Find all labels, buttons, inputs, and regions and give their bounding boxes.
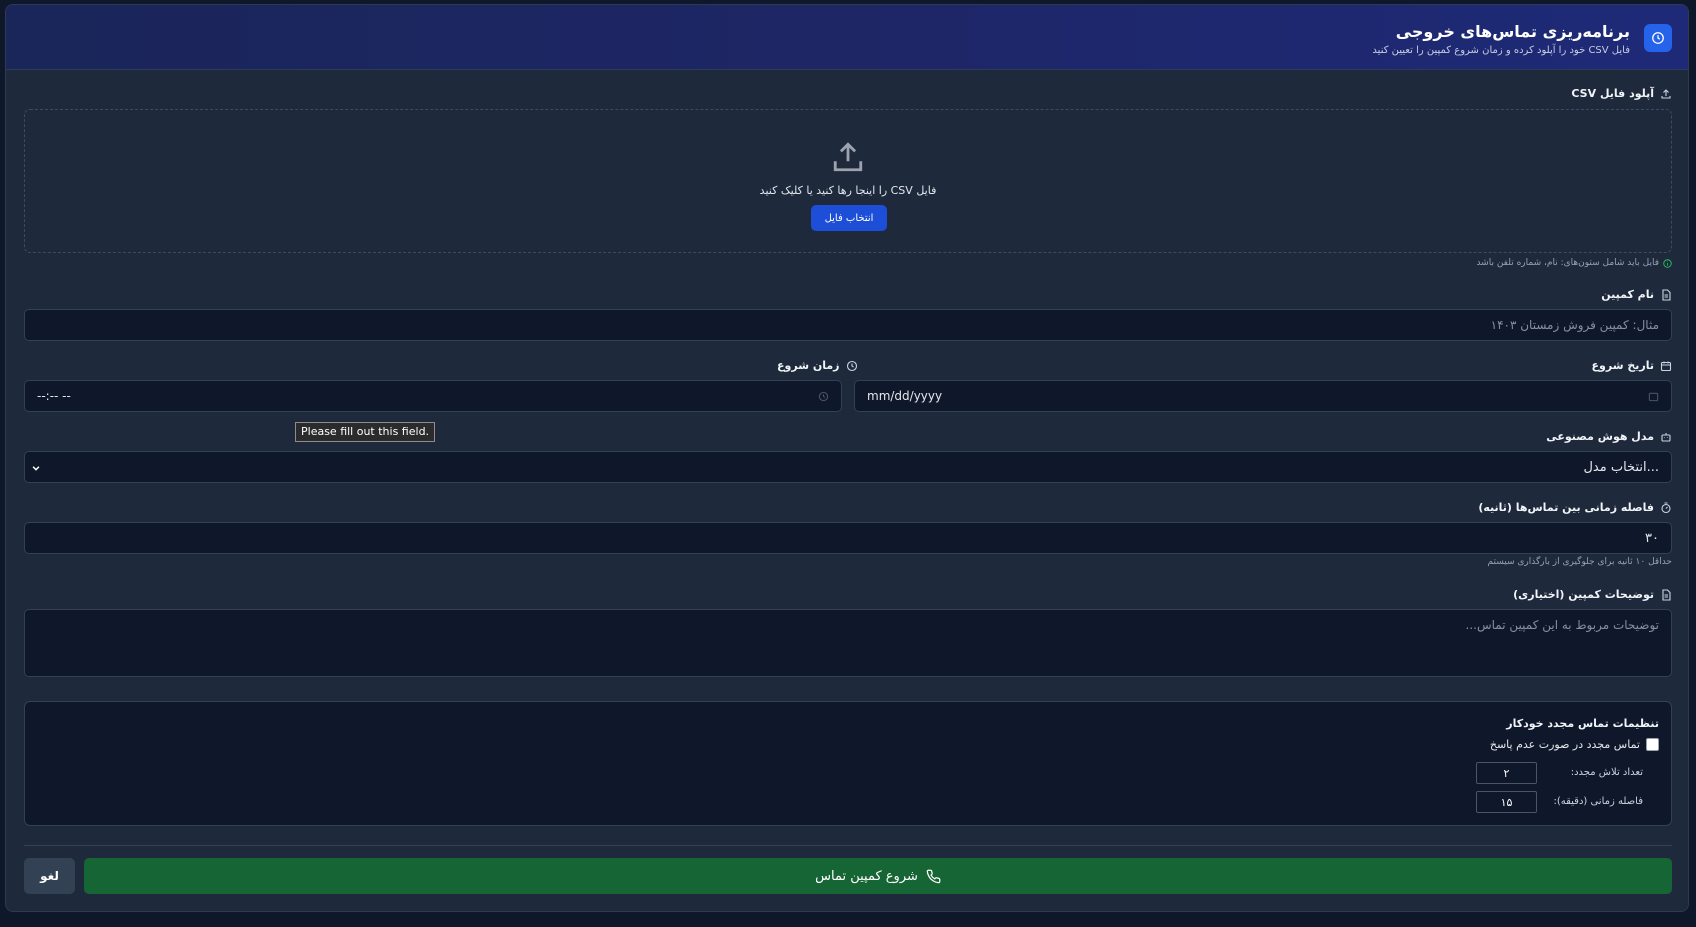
validation-tooltip: Please fill out this field. <box>295 422 436 442</box>
upload-hint: فایل باید شامل ستون‌های: نام، شماره تلفن… <box>1476 258 1672 268</box>
ai-model-label: مدل هوش مصنوعی <box>1546 430 1672 443</box>
retry-checkbox[interactable] <box>1646 738 1659 751</box>
upload-icon <box>1661 88 1671 99</box>
calendar-icon <box>1660 361 1672 371</box>
description-label-text: توضیحات کمپین (اختیاری) <box>1513 588 1654 601</box>
upload-hint-text: فایل باید شامل ستون‌های: نام، شماره تلفن… <box>1476 258 1659 268</box>
campaign-name-placeholder: مثال: کمپین فروش زمستان ۱۴۰۳ <box>1490 318 1659 332</box>
start-date-input[interactable]: mm/dd/yyyy <box>854 380 1672 412</box>
start-date-value: mm/dd/yyyy <box>867 389 943 403</box>
start-time-value: --:-- -- <box>37 389 71 403</box>
start-date-label-text: تاریخ شروع <box>1591 359 1655 372</box>
interval-label-text: فاصله زمانی بین تماس‌ها (ثانیه) <box>1478 501 1654 514</box>
cancel-button[interactable]: لغو <box>24 858 75 894</box>
phone-icon <box>926 869 941 883</box>
interval-input[interactable]: ۳۰ <box>24 522 1672 554</box>
upload-cloud-icon <box>833 142 863 172</box>
retry-checkbox-label: تماس مجدد در صورت عدم پاسخ <box>1489 738 1640 751</box>
document-icon <box>1662 288 1671 301</box>
interval-label: فاصله زمانی بین تماس‌ها (ثانیه) <box>1478 501 1672 514</box>
page-subtitle: فایل CSV خود را آپلود کرده و زمان شروع ک… <box>1372 45 1630 56</box>
campaign-name-label: نام کمپین <box>1601 288 1672 301</box>
start-campaign-button[interactable]: شروع کمپین تماس <box>84 858 1672 894</box>
document-icon <box>1662 588 1671 601</box>
chevron-down-icon <box>32 466 40 471</box>
retry-attempts-input[interactable]: ۲ <box>1476 762 1537 784</box>
start-date-label: تاریخ شروع <box>1592 359 1673 372</box>
ai-model-selected: انتخاب مدل... <box>1583 459 1659 475</box>
outbound-scheduler-panel: برنامه‌ریزی تماس‌های خروجی فایل CSV خود … <box>5 4 1689 912</box>
campaign-name-input[interactable]: مثال: کمپین فروش زمستان ۱۴۰۳ <box>24 309 1672 341</box>
start-time-label-text: زمان شروع <box>777 359 840 372</box>
upload-label: آپلود فایل CSV <box>1571 87 1672 100</box>
csv-dropzone[interactable]: فایل CSV را اینجا رها کنید یا کلیک کنید … <box>24 109 1672 253</box>
start-campaign-label: شروع کمپین تماس <box>815 868 918 884</box>
description-label: توضیحات کمپین (اختیاری) <box>1513 588 1672 601</box>
upload-label-text: آپلود فایل CSV <box>1571 87 1654 100</box>
description-textarea[interactable]: توضیحات مربوط به این کمپین تماس... <box>24 609 1672 677</box>
choose-file-button[interactable]: انتخاب فایل <box>811 205 887 231</box>
dropzone-text: فایل CSV را اینجا رها کنید یا کلیک کنید <box>759 184 937 197</box>
ai-model-select[interactable]: انتخاب مدل... <box>24 451 1672 483</box>
retry-delay-input[interactable]: ۱۵ <box>1476 791 1537 813</box>
retry-checkbox-row[interactable]: تماس مجدد در صورت عدم پاسخ <box>1490 738 1659 751</box>
description-placeholder: توضیحات مربوط به این کمپین تماس... <box>1465 618 1659 632</box>
calendar-picker-icon[interactable] <box>1648 391 1659 402</box>
header: برنامه‌ریزی تماس‌های خروجی فایل CSV خود … <box>6 5 1688 70</box>
info-icon <box>1663 258 1672 268</box>
time-picker-icon[interactable] <box>818 391 829 402</box>
retry-settings-title: تنظیمات تماس مجدد خودکار <box>1506 717 1659 730</box>
retry-delay-label: فاصله زمانی (دقیقه): <box>1553 796 1643 807</box>
start-time-label: زمان شروع <box>777 359 858 372</box>
timer-icon <box>1661 501 1671 513</box>
clock-icon <box>1644 24 1672 52</box>
start-time-input[interactable]: --:-- -- <box>24 380 842 412</box>
page-title: برنامه‌ریزی تماس‌های خروجی <box>1395 22 1630 41</box>
retry-settings-box: تنظیمات تماس مجدد خودکار تماس مجدد در صو… <box>24 701 1672 826</box>
ai-model-label-text: مدل هوش مصنوعی <box>1546 430 1654 443</box>
interval-hint: حداقل ۱۰ ثانیه برای جلوگیری از بارگذاری … <box>1487 557 1672 567</box>
clock-icon <box>846 360 857 371</box>
interval-value: ۳۰ <box>1645 530 1659 546</box>
campaign-name-label-text: نام کمپین <box>1601 288 1654 301</box>
robot-icon <box>1661 432 1671 442</box>
retry-attempts-label: تعداد تلاش مجدد: <box>1570 767 1643 778</box>
divider <box>24 845 1672 846</box>
